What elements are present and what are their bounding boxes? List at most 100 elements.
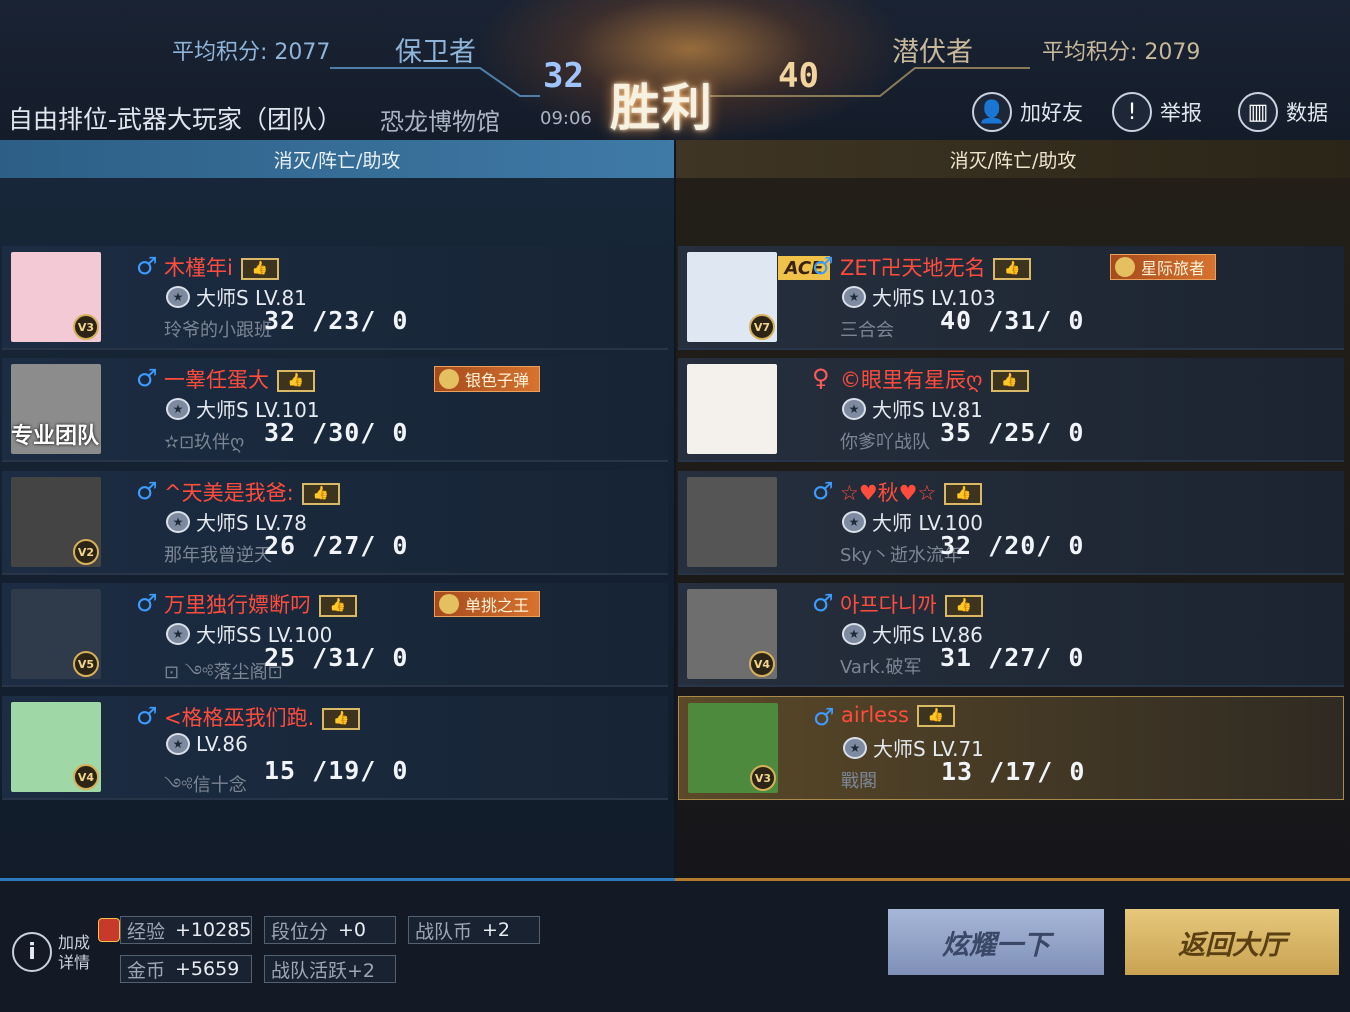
badge-emblem-icon bbox=[439, 594, 459, 614]
vip-badge: V3 bbox=[73, 314, 99, 340]
game-mode: 自由排位-武器大玩家（团队） bbox=[8, 105, 343, 134]
right-player-row[interactable]: V3 ♂ airless 👍 ★ 大师S LV.71 戰閣 13 /17/ 0 bbox=[678, 696, 1344, 800]
badge-text: 星际旅者 bbox=[1141, 259, 1206, 278]
info-icon[interactable]: i bbox=[12, 932, 52, 972]
player-team-name: Vark.破军 bbox=[840, 657, 922, 678]
thumbs-up-icon[interactable]: 👍 bbox=[944, 483, 983, 505]
left-player-row[interactable]: 专业团队 ♂ 一睾任蛋大 👍 ★ 大师S LV.101 ✫⊡玖伴ღ 32 /30/ 0 银色子弹 bbox=[2, 358, 668, 462]
right-team-score: 40 bbox=[778, 56, 819, 96]
right-column-header: 消灭/阵亡/助攻 bbox=[676, 140, 1350, 178]
player-name-text: ☆♥秋♥☆ bbox=[840, 481, 937, 505]
thumbs-up-icon[interactable]: 👍 bbox=[240, 258, 279, 280]
player-name: 一睾任蛋大 👍 bbox=[164, 364, 315, 394]
player-name-text: 一睾任蛋大 bbox=[164, 368, 269, 392]
left-player-row[interactable]: V4 ♂ <格格巫我们跑. 👍 ★ LV.86 ༺信十念 15 /19/ 0 bbox=[2, 696, 668, 800]
player-avatar[interactable]: 专业团队 bbox=[11, 364, 101, 454]
right-player-row[interactable]: ♀ ©眼里有星辰ღ 👍 ★ 大师S LV.81 你爹吖战队 35 /25/ 0 bbox=[678, 358, 1344, 462]
player-team-name: ༺信十念 bbox=[164, 775, 247, 796]
left-player-row[interactable]: V3 ♂ 木槿年i 👍 ★ 大师S LV.81 玲爷的小跟班 32 /23/ 0 bbox=[2, 246, 668, 350]
achievement-badge: 单挑之王 bbox=[434, 591, 541, 617]
badge-emblem-icon bbox=[1115, 257, 1135, 277]
player-name: ^天美是我爸: 👍 bbox=[164, 477, 340, 507]
user-icon: 👤 bbox=[972, 92, 1012, 132]
thumbs-up-icon[interactable]: 👍 bbox=[301, 483, 340, 505]
thumbs-up-icon[interactable]: 👍 bbox=[277, 370, 315, 392]
thumbs-up-icon[interactable]: 👍 bbox=[993, 258, 1032, 280]
thumbs-up-icon[interactable]: 👍 bbox=[319, 595, 357, 617]
badge-emblem-icon bbox=[439, 369, 459, 389]
player-avatar[interactable]: V3 bbox=[11, 252, 101, 342]
player-name-text: ©眼里有星辰ღ bbox=[840, 368, 983, 392]
player-name-text: 아프다니까 bbox=[840, 593, 937, 617]
team-coin-value: +2 bbox=[482, 919, 511, 941]
report-button[interactable]: ! 举报 bbox=[1112, 88, 1202, 136]
player-kda: 32 /20/ 0 bbox=[940, 531, 1085, 560]
gold-bonus: 金币 +5659 bbox=[120, 955, 252, 983]
player-name-text: <格格巫我们跑. bbox=[164, 706, 315, 730]
show-off-button[interactable]: 炫耀一下 bbox=[888, 909, 1104, 975]
male-icon: ♂ bbox=[136, 252, 158, 280]
player-name-text: 木槿年i bbox=[164, 256, 233, 280]
rank-bonus: 段位分 +0 bbox=[264, 916, 396, 944]
stats-button[interactable]: ▥ 数据 bbox=[1238, 88, 1328, 136]
male-icon: ♂ bbox=[812, 589, 834, 617]
player-team-name: 玲爷的小跟班 bbox=[164, 320, 272, 341]
player-kda: 13 /17/ 0 bbox=[941, 757, 1086, 786]
player-avatar[interactable]: V5 bbox=[11, 589, 101, 679]
gold-value: +5659 bbox=[175, 958, 240, 980]
left-team-score: 32 bbox=[543, 56, 584, 96]
achievement-badge: 银色子弹 bbox=[434, 366, 541, 392]
bar-chart-icon: ▥ bbox=[1238, 92, 1278, 132]
avatar-caption: 专业团队 bbox=[11, 424, 100, 449]
badge-text: 单挑之王 bbox=[465, 596, 530, 615]
player-team-name: 戰閣 bbox=[841, 771, 877, 792]
player-avatar[interactable] bbox=[687, 364, 777, 454]
player-name: airless 👍 bbox=[841, 703, 955, 727]
player-team-name: ✫⊡玖伴ღ bbox=[164, 432, 245, 453]
exp-bonus: 经验 +10285 bbox=[120, 916, 252, 944]
team-coin-bonus: 战队币 +2 bbox=[408, 916, 540, 944]
male-icon: ♂ bbox=[136, 477, 158, 505]
rank-emblem-icon: ★ bbox=[842, 510, 866, 533]
male-icon: ♂ bbox=[136, 589, 158, 617]
rank-emblem-icon: ★ bbox=[166, 285, 190, 308]
right-player-row[interactable]: V7 ACE ♂ ZET卍天地无名 👍 ★ 大师S LV.103 三合会 40 /31/ 0 星际… bbox=[678, 246, 1344, 350]
player-avatar[interactable]: V7 bbox=[687, 252, 777, 342]
left-player-row[interactable]: V5 ♂ 万里独行嫖断叼 👍 ★ 大师SS LV.100 ⊡ ༺落尘阁⊡ 25 /31/ 0单… bbox=[2, 583, 668, 687]
exp-value: +10285 bbox=[175, 919, 252, 941]
return-lobby-button[interactable]: 返回大厅 bbox=[1125, 909, 1339, 975]
left-average-score: 平均积分: 2077 bbox=[172, 40, 331, 65]
player-team-name: 你爹吖战队 bbox=[840, 432, 930, 453]
player-avatar[interactable]: V2 bbox=[11, 477, 101, 567]
stats-label: 数据 bbox=[1286, 101, 1328, 125]
female-icon: ♀ bbox=[812, 364, 830, 392]
player-kda: 32 /30/ 0 bbox=[264, 418, 409, 447]
thumbs-up-icon[interactable]: 👍 bbox=[322, 708, 361, 730]
rank-value: +0 bbox=[338, 919, 367, 941]
player-avatar[interactable]: V4 bbox=[11, 702, 101, 792]
player-team-name: 那年我曾逆天 bbox=[164, 545, 272, 566]
bonus-detail-label[interactable]: 加成 详情 bbox=[58, 933, 90, 973]
player-kda: 26 /27/ 0 bbox=[264, 531, 409, 560]
thumbs-up-icon[interactable]: 👍 bbox=[944, 595, 983, 617]
player-avatar[interactable] bbox=[687, 477, 777, 567]
male-icon: ♂ bbox=[812, 252, 834, 280]
player-avatar[interactable]: V4 bbox=[687, 589, 777, 679]
vip-badge: V5 bbox=[73, 651, 99, 677]
exp-label: 经验 bbox=[127, 920, 166, 943]
male-icon: ♂ bbox=[813, 703, 835, 731]
player-avatar[interactable]: V3 bbox=[688, 703, 778, 793]
add-friend-button[interactable]: 👤 加好友 bbox=[972, 88, 1083, 136]
player-name: ZET卍天地无名 👍 bbox=[840, 252, 1032, 282]
left-column-header: 消灭/阵亡/助攻 bbox=[0, 140, 674, 178]
player-name-text: ^天美是我爸: bbox=[164, 481, 294, 505]
thumbs-up-icon[interactable]: 👍 bbox=[990, 370, 1029, 392]
thumbs-up-icon[interactable]: 👍 bbox=[916, 705, 955, 727]
right-player-row[interactable]: V4 ♂ 아프다니까 👍 ★ 大师S LV.86 Vark.破军 31 /27/ 0 bbox=[678, 583, 1344, 687]
vip-badge: V7 bbox=[749, 314, 775, 340]
player-name-text: ZET卍天地无名 bbox=[840, 256, 986, 280]
right-player-row[interactable]: ♂ ☆♥秋♥☆ 👍 ★ 大师 LV.100 Sky丶逝水流年 32 /20/ 0 bbox=[678, 471, 1344, 575]
rank-emblem-icon: ★ bbox=[166, 510, 190, 533]
player-kda: 25 /31/ 0 bbox=[264, 643, 409, 672]
left-player-row[interactable]: V2 ♂ ^天美是我爸: 👍 ★ 大师S LV.78 那年我曾逆天 26 /27/ 0 bbox=[2, 471, 668, 575]
